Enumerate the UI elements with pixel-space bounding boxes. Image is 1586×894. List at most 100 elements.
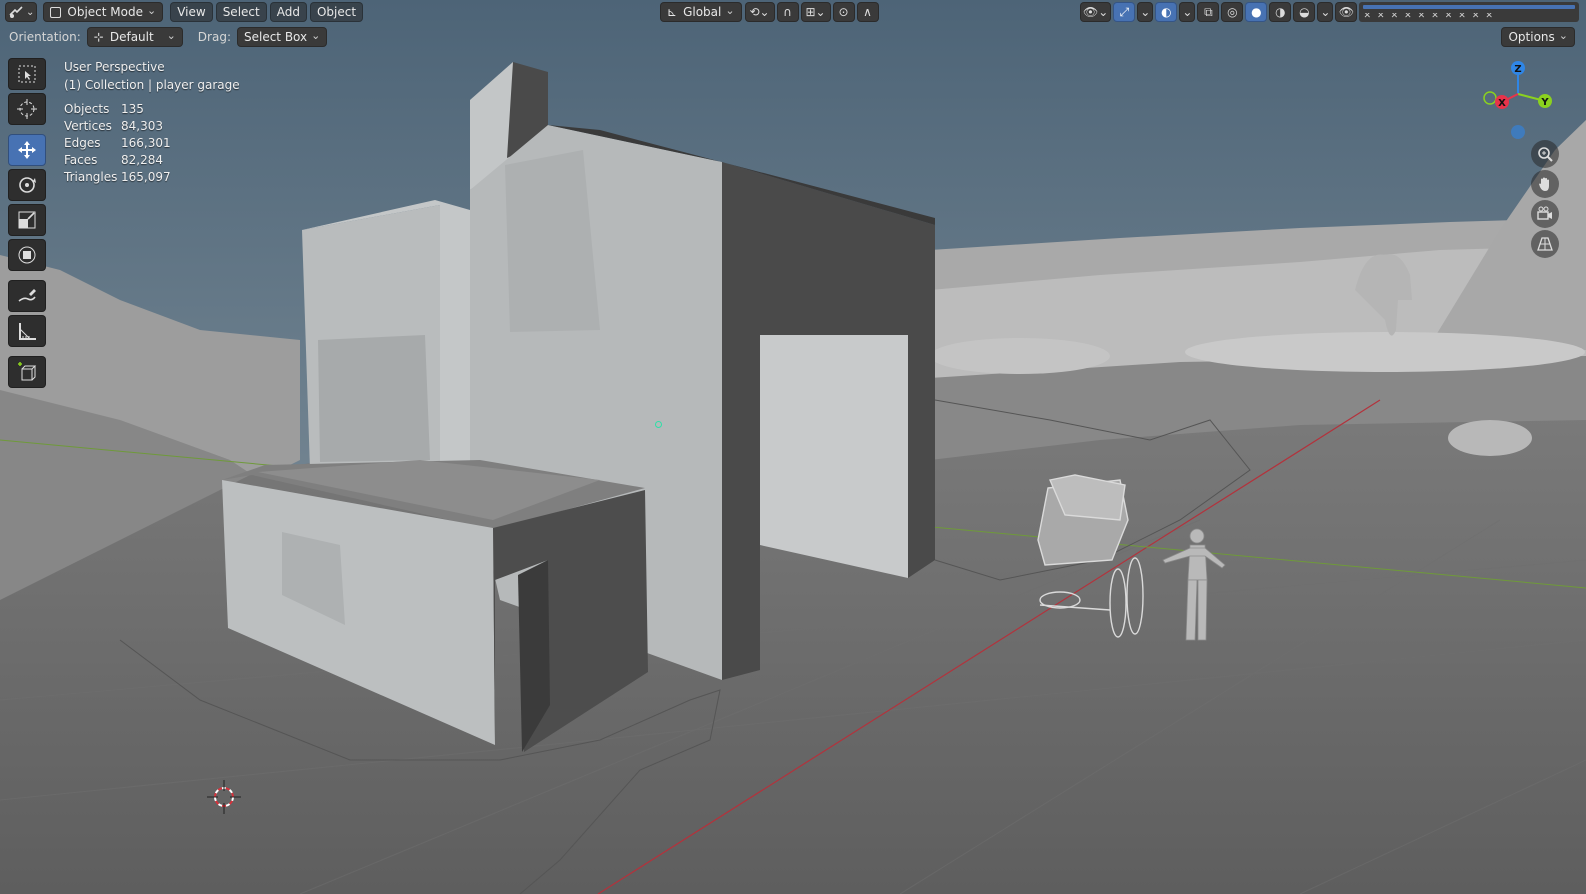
shading-material[interactable]: ◑	[1269, 2, 1292, 22]
snap-toggle-button[interactable]: ∩	[776, 2, 799, 22]
tool-add-cube[interactable]	[8, 356, 46, 388]
magnet-icon: ∩	[783, 5, 792, 19]
menu-select[interactable]: Select	[215, 2, 267, 22]
collection-visibility-strip[interactable]: ✕✕✕✕✕✕✕✕✕✕	[1359, 2, 1580, 22]
chevron-down-icon: ⌄	[1140, 5, 1151, 19]
mode-label: Object Mode	[67, 5, 143, 19]
tool-rotate[interactable]	[8, 169, 46, 201]
gizmo-z-label: Z	[1514, 64, 1521, 75]
garage-door-opening	[760, 335, 908, 578]
orientation-icon: ⊹	[93, 30, 104, 44]
select-box-icon	[18, 65, 36, 83]
shading-solid[interactable]: ●	[1245, 2, 1268, 22]
overlay-icon: ◐	[1161, 5, 1172, 19]
gizmo-negative-y	[1483, 91, 1497, 105]
tool-cursor[interactable]	[8, 93, 46, 125]
view-name: User Perspective	[64, 60, 165, 74]
zoom-button[interactable]	[1531, 140, 1559, 168]
tool-select-box[interactable]	[8, 58, 46, 90]
menu-view[interactable]: View	[170, 2, 213, 22]
snap-grid-icon: ⊞⌄	[805, 5, 826, 19]
falloff-button[interactable]: ∧	[856, 2, 879, 22]
visibility-selectability-button[interactable]: 👁⌄	[1080, 2, 1112, 22]
scene-stats-table: Objects 135 Vertices 84,303 Edges 166,301 F…	[64, 101, 171, 186]
pan-button[interactable]	[1531, 170, 1559, 198]
grid-perspective-icon	[1537, 237, 1553, 251]
transform-axes-icon: ⊾	[667, 5, 678, 19]
pencil-icon	[18, 289, 36, 302]
zoom-icon	[1538, 147, 1553, 162]
editor-type-button[interactable]: ⌄	[5, 2, 38, 22]
material-sphere-icon: ◑	[1275, 5, 1286, 19]
ruler-icon	[19, 323, 36, 340]
terrain-mound-right	[1185, 332, 1585, 372]
projection-toggle-button[interactable]	[1531, 230, 1559, 258]
hide-in-viewport-button[interactable]: 👁	[1335, 2, 1358, 22]
terrain-rock	[1448, 420, 1532, 456]
stat-row: Faces 82,284	[64, 153, 163, 167]
layer-strip-top	[1363, 5, 1576, 9]
gizmo-x-label: X	[1498, 98, 1506, 109]
camera-icon	[1537, 206, 1552, 220]
tool-transform[interactable]	[8, 239, 46, 271]
cursor-icon	[17, 99, 37, 119]
object-origin-point[interactable]	[655, 421, 662, 428]
gizmo-icon: ⤢	[1119, 4, 1130, 19]
menu-add[interactable]: Add	[269, 2, 307, 22]
shading-rendered[interactable]: ◒	[1293, 2, 1316, 22]
tool-settings-header: Orientation: ⊹ Default Drag: Select Box	[0, 25, 1586, 49]
xray-toggle[interactable]: ⧉	[1197, 2, 1220, 22]
shading-wireframe[interactable]: ◎	[1221, 2, 1244, 22]
transform-orientation-dropdown[interactable]: ⊾ Global	[660, 2, 742, 22]
tool-scale[interactable]	[8, 204, 46, 236]
transform-icon	[18, 246, 36, 264]
pivot-icon: ⟲⌄	[749, 5, 770, 19]
tool-shelf	[8, 58, 48, 391]
viewport-stats-overlay: User Perspective (1) Collection | player…	[64, 58, 240, 186]
building-left-window	[318, 335, 430, 462]
tool-measure[interactable]	[8, 315, 46, 347]
menu-object[interactable]: Object	[309, 2, 364, 22]
eye-icon: 👁	[1338, 5, 1355, 19]
shading-dropdown[interactable]: ⌄	[1317, 2, 1334, 22]
add-cube-icon	[18, 362, 37, 381]
stat-row: Edges 166,301	[64, 136, 171, 150]
rotate-icon	[19, 177, 36, 193]
gizmo-negative-z	[1511, 125, 1525, 139]
stat-row: Objects 135	[64, 102, 144, 116]
navigation-gizmo[interactable]: Z Y X	[1478, 56, 1558, 146]
hand-icon	[1539, 177, 1549, 191]
scale-icon	[18, 211, 36, 229]
viewport-header: ⌄ Object Mode View Select Add Object ⊾ G…	[0, 0, 1586, 24]
layer-strip-bottom: ✕✕✕✕✕✕✕✕✕✕	[1363, 13, 1499, 19]
pivot-point-button[interactable]: ⟲⌄	[744, 2, 775, 22]
tool-annotate[interactable]	[8, 280, 46, 312]
overlays-toggle[interactable]: ◐	[1155, 2, 1178, 22]
3d-cursor-icon[interactable]	[206, 779, 242, 815]
xray-icon: ⧉	[1204, 4, 1213, 19]
orientation-dropdown[interactable]: ⊹ Default	[86, 27, 183, 47]
orientation-label: Orientation:	[9, 30, 81, 44]
overlays-dropdown[interactable]: ⌄	[1179, 2, 1196, 22]
drag-dropdown[interactable]: Select Box	[236, 27, 328, 47]
falloff-curve-icon: ∧	[863, 5, 872, 19]
mode-dropdown[interactable]: Object Mode	[43, 2, 164, 22]
stat-row: Triangles 165,097	[64, 170, 171, 184]
proportional-icon: ⊙	[838, 5, 849, 19]
proportional-editing-button[interactable]: ⊙	[832, 2, 855, 22]
options-dropdown[interactable]: Options	[1501, 27, 1575, 47]
snap-target-button[interactable]: ⊞⌄	[800, 2, 831, 22]
gizmo-dropdown[interactable]: ⌄	[1137, 2, 1154, 22]
wireframe-sphere-icon: ◎	[1227, 5, 1238, 19]
chevron-down-icon: ⌄	[1182, 5, 1193, 19]
gizmo-y-label: Y	[1540, 97, 1549, 108]
stat-row: Vertices 84,303	[64, 119, 163, 133]
camera-view-button[interactable]	[1531, 200, 1559, 228]
solid-sphere-icon: ●	[1251, 5, 1262, 19]
move-icon	[18, 141, 36, 159]
terrain-mound	[930, 338, 1110, 374]
gizmos-toggle[interactable]: ⤢	[1113, 2, 1136, 22]
tool-move[interactable]	[8, 134, 46, 166]
object-mode-icon	[50, 6, 62, 18]
chevron-down-icon: ⌄	[26, 6, 35, 18]
